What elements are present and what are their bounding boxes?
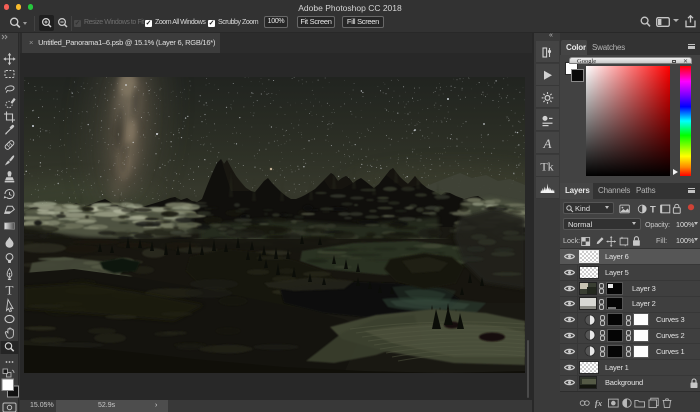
svg-text:fx: fx (595, 398, 603, 408)
svg-text:Tk: Tk (540, 160, 553, 174)
svg-text:T: T (6, 283, 14, 298)
svg-text:T: T (650, 204, 656, 215)
svg-text:A: A (543, 136, 552, 151)
